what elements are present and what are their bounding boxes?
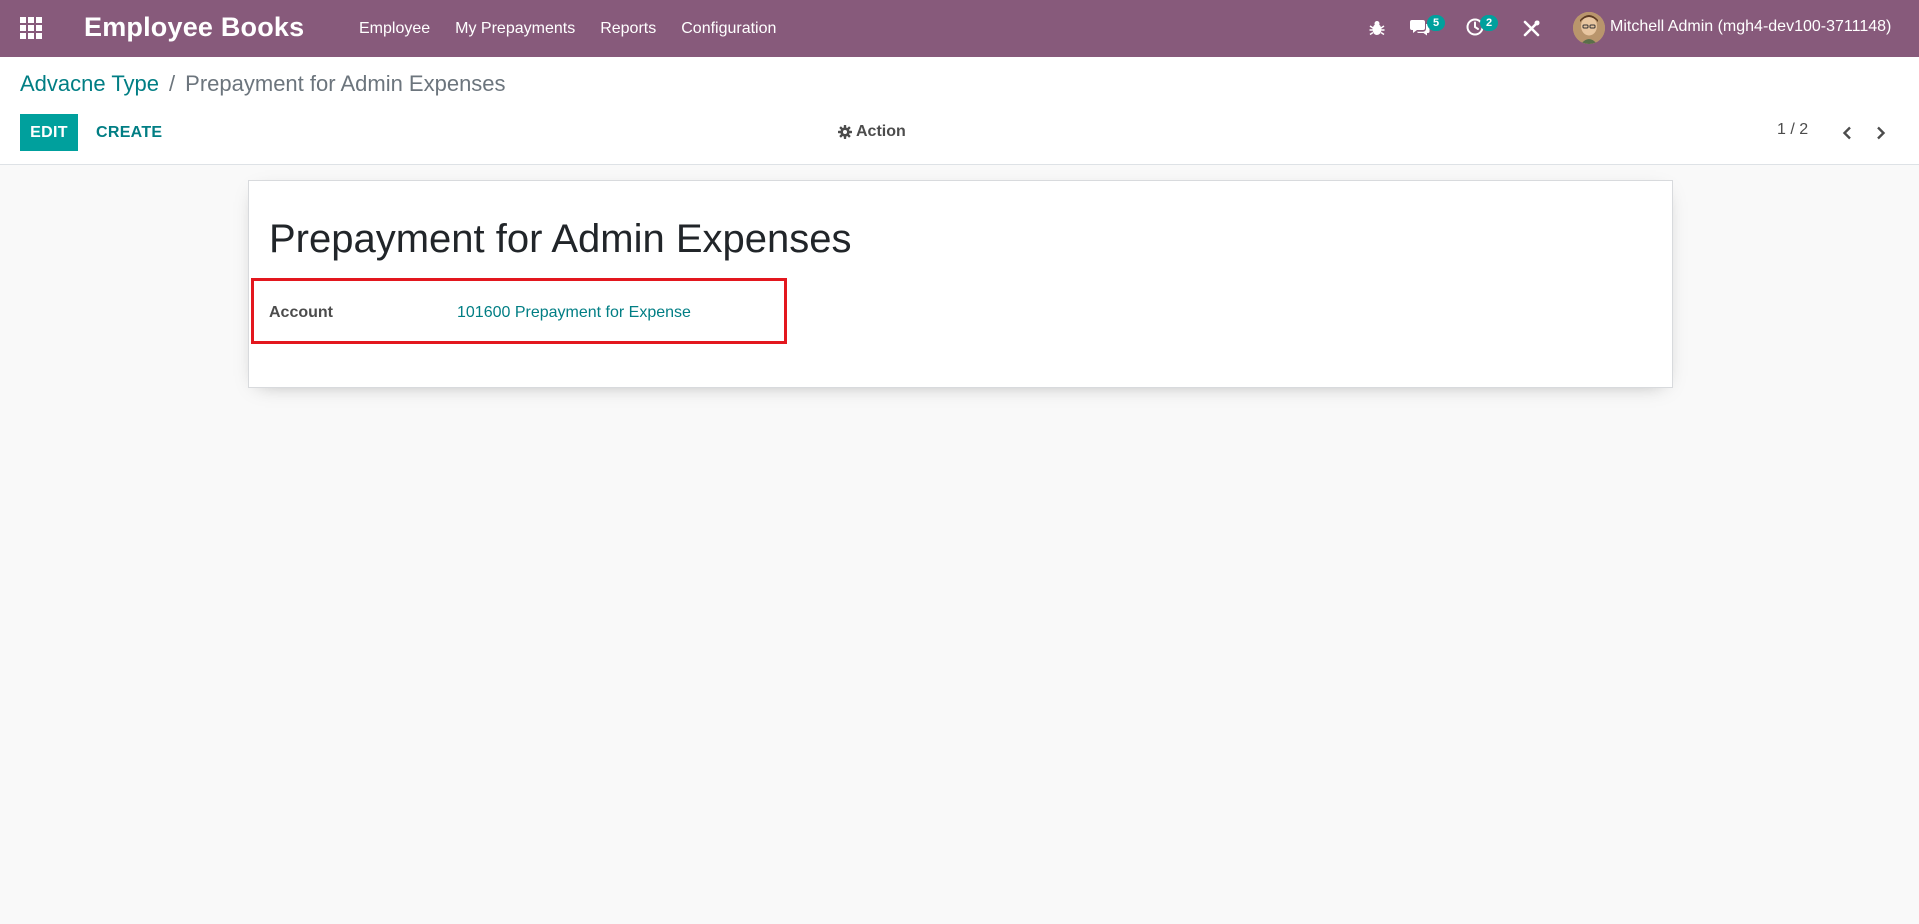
control-panel: Advacne Type / Prepayment for Admin Expe… bbox=[0, 57, 1919, 165]
activities-badge: 2 bbox=[1480, 15, 1498, 31]
pager-previous-button[interactable] bbox=[1835, 121, 1859, 145]
messages-badge: 5 bbox=[1427, 15, 1445, 31]
breadcrumb-parent-link[interactable]: Advacne Type bbox=[20, 71, 159, 97]
app-title[interactable]: Employee Books bbox=[84, 12, 304, 43]
gear-icon bbox=[838, 125, 852, 139]
menu-item-my-prepayments[interactable]: My Prepayments bbox=[455, 20, 575, 38]
tools-icon[interactable] bbox=[1523, 20, 1540, 42]
chevron-right-icon bbox=[1877, 126, 1886, 140]
account-field-label: Account bbox=[269, 304, 333, 321]
breadcrumb: Advacne Type / Prepayment for Admin Expe… bbox=[20, 71, 506, 97]
breadcrumb-current: Prepayment for Admin Expenses bbox=[185, 71, 506, 96]
apps-grid-icon[interactable] bbox=[20, 17, 44, 39]
action-label: Action bbox=[856, 123, 906, 140]
pager-next-button[interactable] bbox=[1869, 121, 1893, 145]
account-field-link[interactable]: 101600 Prepayment for Expense bbox=[457, 304, 691, 322]
breadcrumb-separator: / bbox=[169, 71, 176, 96]
record-title: Prepayment for Admin Expenses bbox=[269, 217, 852, 261]
menu-item-reports[interactable]: Reports bbox=[600, 20, 656, 38]
main-menu: Employee My Prepayments Reports Configur… bbox=[359, 0, 801, 57]
edit-button[interactable]: EDIT bbox=[20, 114, 78, 151]
action-dropdown[interactable]: Action bbox=[838, 123, 906, 141]
top-navbar: Employee Books Employee My Prepayments R… bbox=[0, 0, 1919, 57]
menu-item-configuration[interactable]: Configuration bbox=[681, 20, 776, 38]
form-sheet: Prepayment for Admin Expenses Account 10… bbox=[248, 180, 1673, 388]
chevron-left-icon bbox=[1842, 126, 1851, 140]
bug-icon[interactable] bbox=[1369, 19, 1385, 42]
menu-item-employee[interactable]: Employee bbox=[359, 20, 430, 38]
avatar[interactable] bbox=[1573, 12, 1605, 44]
create-button[interactable]: CREATE bbox=[90, 114, 168, 151]
pager-value[interactable]: 1 / 2 bbox=[1777, 121, 1808, 139]
user-menu-name[interactable]: Mitchell Admin (mgh4-dev100-3711148) bbox=[1610, 18, 1891, 36]
